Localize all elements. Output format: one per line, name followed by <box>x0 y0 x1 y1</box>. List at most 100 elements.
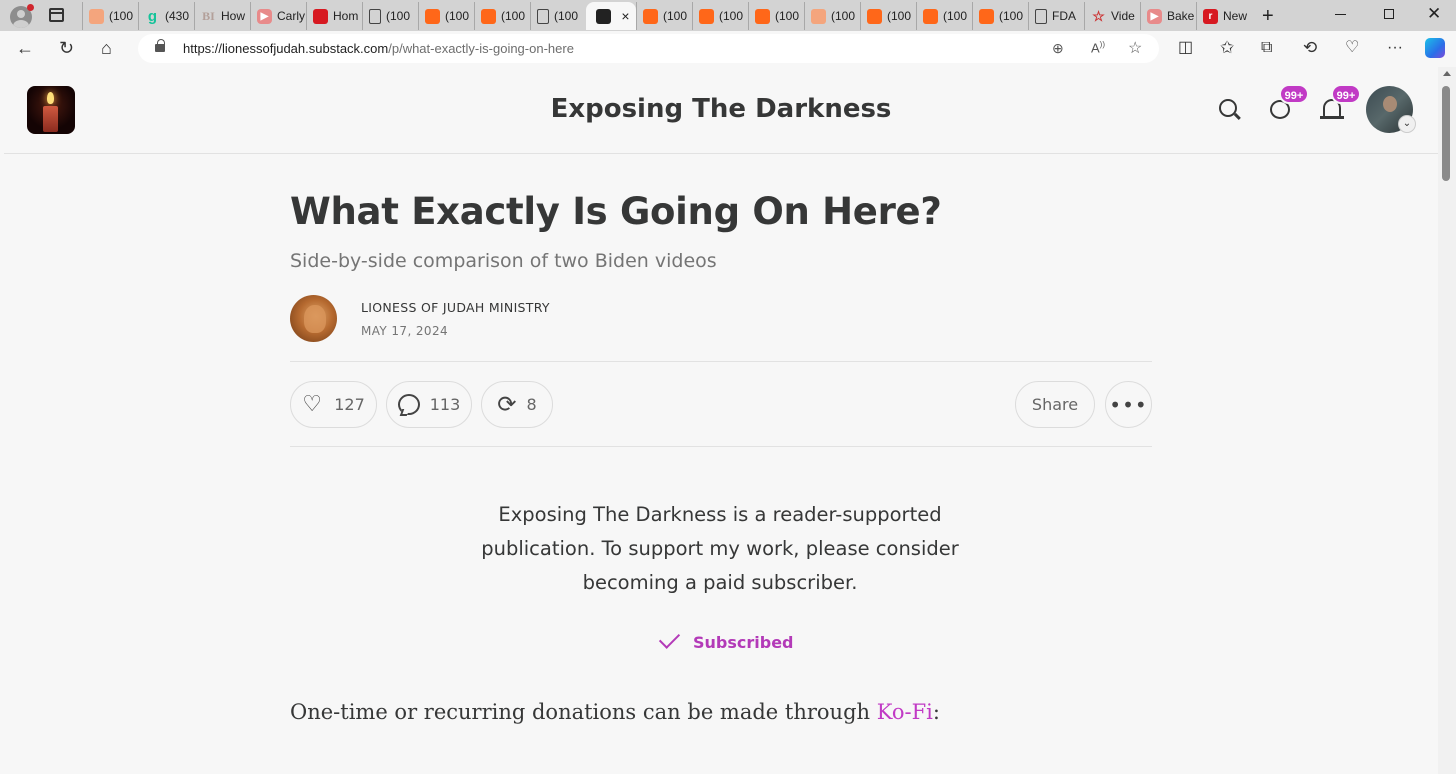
extensions-icon[interactable]: ♡ <box>1345 39 1359 57</box>
scroll-up-arrow-icon[interactable] <box>1443 71 1451 76</box>
tab-actions-icon[interactable] <box>49 8 64 22</box>
browser-tab[interactable]: (100 <box>362 2 418 30</box>
donation-paragraph: One-time or recurring donations can be m… <box>290 700 940 724</box>
ko-fi-link[interactable]: Ko-Fi <box>877 700 933 724</box>
substack-icon <box>699 8 714 24</box>
bi-icon: BI <box>202 8 215 23</box>
like-button[interactable]: ♡ 127 <box>290 381 377 428</box>
substack-icon <box>643 8 658 24</box>
window-close-button[interactable]: ✕ <box>1427 4 1441 24</box>
browser-tab-active[interactable]: × <box>586 2 636 30</box>
home-icon[interactable]: ⌂ <box>101 39 112 57</box>
chevron-down-icon[interactable]: ⌄ <box>1398 115 1416 133</box>
collections-icon[interactable]: ⧉ <box>1261 39 1272 57</box>
browser-tab[interactable]: (100 <box>692 2 748 30</box>
red-badge-icon <box>313 8 328 24</box>
browser-tab[interactable]: g (430 <box>138 2 194 30</box>
browser-tab-label: (100 <box>887 9 912 23</box>
restack-icon: ⟳ <box>497 391 517 418</box>
page-scrollbar[interactable] <box>1438 67 1456 774</box>
scroll-thumb[interactable] <box>1442 86 1450 181</box>
browser-tab-label: Hom <box>333 9 359 23</box>
divider <box>290 361 1152 362</box>
browser-tab[interactable]: (100 <box>860 2 916 30</box>
restack-count: 8 <box>526 395 537 414</box>
browser-toolbar: ← ↻ ⌂ https://lionessofjudah.substack.co… <box>0 31 1456 67</box>
divider <box>290 446 1152 447</box>
document-icon <box>369 8 381 24</box>
browser-tab-label: Carly <box>277 9 306 23</box>
favorites-icon[interactable]: ✩ <box>1220 39 1234 57</box>
share-button[interactable]: Share <box>1015 381 1095 428</box>
history-icon[interactable]: ⟲ <box>1303 39 1317 57</box>
author-name[interactable]: LIONESS OF JUDAH MINISTRY <box>361 300 550 315</box>
chat-badge: 99+ <box>1279 84 1309 104</box>
browser-tab-label: (100 <box>719 9 744 23</box>
browser-tab[interactable]: (100 <box>916 2 972 30</box>
url-text[interactable]: https://lionessofjudah.substack.com/p/wh… <box>183 41 574 56</box>
candle-icon <box>596 8 612 24</box>
browser-tab[interactable]: ▶ Carly <box>250 2 306 30</box>
reload-icon[interactable]: ↻ <box>59 39 74 57</box>
browser-tab[interactable]: (100 <box>418 2 474 30</box>
browser-tab[interactable]: (100 <box>636 2 692 30</box>
zoom-icon[interactable]: ⊕ <box>1052 40 1064 57</box>
browser-tab[interactable]: BI How <box>194 2 250 30</box>
notification-badge: 99+ <box>1331 84 1361 104</box>
substack-faded-icon <box>811 8 826 24</box>
subscribe-prompt: Exposing The Darkness is a reader-suppor… <box>481 503 959 594</box>
close-tab-icon[interactable]: × <box>621 8 629 24</box>
youtube-icon: ▶ <box>257 8 272 24</box>
substack-icon <box>481 8 496 24</box>
search-icon[interactable] <box>1219 99 1237 117</box>
browser-tab-label: (100 <box>831 9 856 23</box>
grammarly-icon: g <box>147 7 158 25</box>
browser-tab[interactable]: (100 <box>530 2 586 30</box>
restack-button[interactable]: ⟳ 8 <box>481 381 553 428</box>
browser-tab-label: (100 <box>943 9 968 23</box>
lock-icon[interactable] <box>155 39 165 52</box>
donation-suffix: : <box>932 700 940 724</box>
substack-icon <box>923 8 938 24</box>
substack-icon <box>867 8 882 24</box>
browser-tab-strip: (100 g (430 BI How ▶ Carly Hom (100 (100 (100 (100 ×… <box>0 0 1456 31</box>
browser-tab[interactable]: (100 <box>748 2 804 30</box>
copilot-icon[interactable] <box>1425 38 1445 58</box>
post-title: What Exactly Is Going On Here? <box>290 190 942 233</box>
browser-tab[interactable]: (100 <box>82 2 138 30</box>
profile-status-dot <box>27 4 34 11</box>
substack-faded-icon <box>89 8 104 24</box>
heart-icon: ♡ <box>302 391 322 417</box>
comment-count: 113 <box>429 395 461 414</box>
substack-icon <box>979 8 994 24</box>
read-aloud-icon[interactable]: A)) <box>1091 40 1105 55</box>
split-screen-icon[interactable]: ◫ <box>1178 39 1193 57</box>
browser-tab[interactable]: (100 <box>474 2 530 30</box>
browser-tab[interactable]: (100 <box>804 2 860 30</box>
comment-button[interactable]: 113 <box>386 381 472 428</box>
browser-tab[interactable]: FDA <box>1028 2 1084 30</box>
back-arrow-icon[interactable]: ← <box>16 39 34 57</box>
window-maximize-button[interactable] <box>1384 9 1394 19</box>
subscribed-button[interactable]: Subscribed <box>658 627 794 652</box>
window-minimize-button[interactable] <box>1335 14 1346 15</box>
browser-tab-label: (100 <box>775 9 800 23</box>
more-menu-icon[interactable]: ··· <box>1387 39 1403 57</box>
document-icon <box>537 8 549 24</box>
youtube-icon: ▶ <box>1147 8 1162 24</box>
browser-tab[interactable]: ☆ Vide <box>1084 2 1140 30</box>
new-tab-button[interactable]: + <box>1262 5 1274 28</box>
subscribed-label: Subscribed <box>693 633 794 652</box>
browser-tab-label: (100 <box>501 9 526 23</box>
favorite-star-icon[interactable]: ☆ <box>1128 38 1142 58</box>
browser-tab-label: (100 <box>445 9 470 23</box>
author-avatar[interactable] <box>290 295 337 342</box>
check-icon <box>658 627 681 649</box>
browser-tab[interactable]: r New <box>1196 2 1252 30</box>
browser-tab[interactable]: Hom <box>306 2 362 30</box>
address-bar[interactable]: https://lionessofjudah.substack.com/p/wh… <box>138 34 1159 63</box>
browser-tab-label: FDA <box>1052 9 1076 23</box>
browser-tab[interactable]: ▶ Bake <box>1140 2 1196 30</box>
browser-tab[interactable]: (100 <box>972 2 1028 30</box>
more-options-button[interactable]: ••• <box>1105 381 1152 428</box>
